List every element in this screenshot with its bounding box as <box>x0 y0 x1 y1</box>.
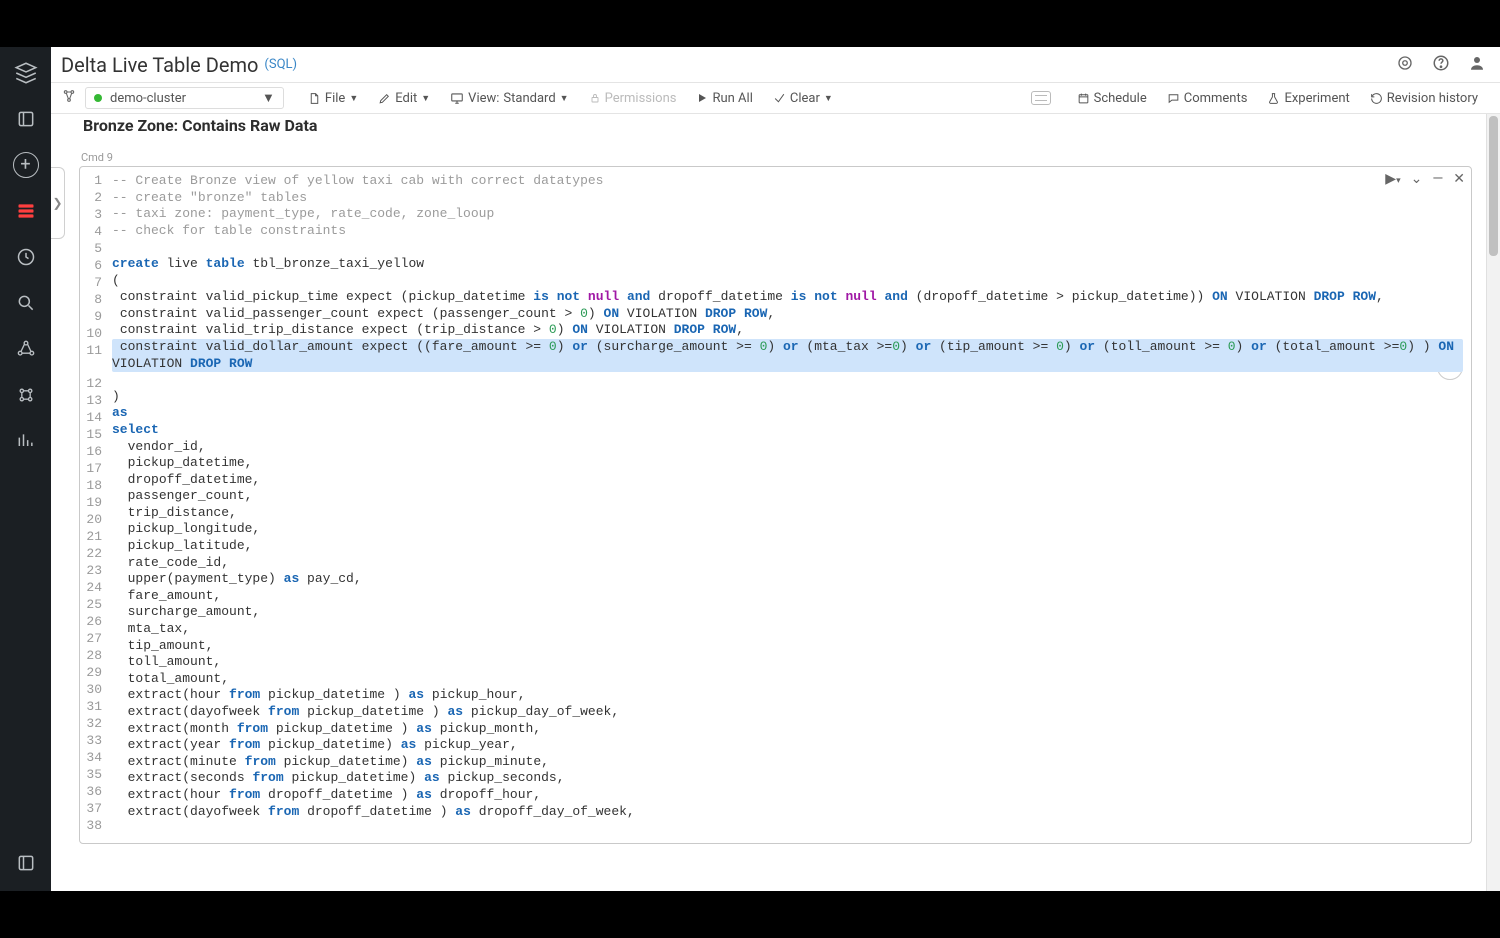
notebook-title[interactable]: Delta Live Table Demo <box>61 53 258 77</box>
run-all-button[interactable]: Run All <box>688 89 760 108</box>
databricks-logo-icon[interactable] <box>12 59 40 87</box>
letterbox-top <box>0 0 1500 47</box>
left-nav-rail: + <box>0 47 51 891</box>
permissions-menu: Permissions <box>581 89 685 108</box>
workspace-icon[interactable] <box>12 197 40 225</box>
cmd-index-label: Cmd 9 <box>79 139 1500 166</box>
letterbox-bottom <box>0 891 1500 938</box>
code-cell[interactable]: ▶▾ ⌄ — ✕ 1234567891011121314151617181920… <box>79 166 1472 844</box>
cluster-selector[interactable]: demo-cluster ▼ <box>85 87 284 109</box>
keyboard-icon[interactable] <box>1031 91 1051 105</box>
notebook-content: Bronze Zone: Contains Raw Data Cmd 9 ▶▾ … <box>51 114 1500 891</box>
search-icon[interactable] <box>12 289 40 317</box>
edit-menu[interactable]: Edit▼ <box>370 89 438 108</box>
notebook-header: Delta Live Table Demo (SQL) <box>51 47 1500 83</box>
sidebar-expand-handle[interactable]: ❯ <box>51 167 65 239</box>
attach-icon[interactable] <box>61 88 77 108</box>
jobs-icon[interactable] <box>12 427 40 455</box>
user-icon[interactable] <box>1468 54 1486 76</box>
cell-close-icon[interactable]: ✕ <box>1453 171 1465 187</box>
recents-icon[interactable] <box>12 243 40 271</box>
chevron-down-icon: ▼ <box>262 90 275 106</box>
code-editor[interactable]: 1234567891011121314151617181920212223242… <box>80 167 1471 843</box>
home-icon[interactable] <box>12 105 40 133</box>
add-icon[interactable]: + <box>12 151 40 179</box>
data-icon[interactable] <box>12 335 40 363</box>
help-icon[interactable] <box>1432 54 1450 76</box>
schedule-button[interactable]: Schedule <box>1069 89 1155 108</box>
cluster-name: demo-cluster <box>110 91 186 106</box>
comments-button[interactable]: Comments <box>1159 89 1256 108</box>
clear-menu[interactable]: Clear▼ <box>765 89 841 108</box>
cell-toolbar: ▶▾ ⌄ — ✕ <box>1385 171 1465 187</box>
file-menu[interactable]: File▼ <box>300 89 366 108</box>
scrollbar[interactable] <box>1486 114 1500 891</box>
markdown-heading: Bronze Zone: Contains Raw Data <box>79 114 1500 139</box>
notebook-language[interactable]: (SQL) <box>264 57 297 72</box>
notebook-toolbar: demo-cluster ▼ File▼ Edit▼ View: Standar… <box>51 83 1500 114</box>
cell-run-icon[interactable]: ▶▾ <box>1385 171 1400 187</box>
experiment-button[interactable]: Experiment <box>1259 89 1357 108</box>
cluster-status-dot <box>94 94 102 102</box>
view-menu[interactable]: View: Standard▼ <box>442 89 576 108</box>
main-column: Delta Live Table Demo (SQL) demo-cluster… <box>51 47 1500 891</box>
app-frame: + Delta Live Table Demo (SQL) <box>0 47 1500 891</box>
cell-minimize-icon[interactable]: — <box>1432 171 1443 187</box>
menu-collapse-icon[interactable] <box>12 849 40 877</box>
cell-move-down-icon[interactable]: ⌄ <box>1411 171 1423 187</box>
compute-icon[interactable] <box>12 381 40 409</box>
revision-history-button[interactable]: Revision history <box>1362 89 1486 108</box>
target-icon[interactable] <box>1396 54 1414 76</box>
